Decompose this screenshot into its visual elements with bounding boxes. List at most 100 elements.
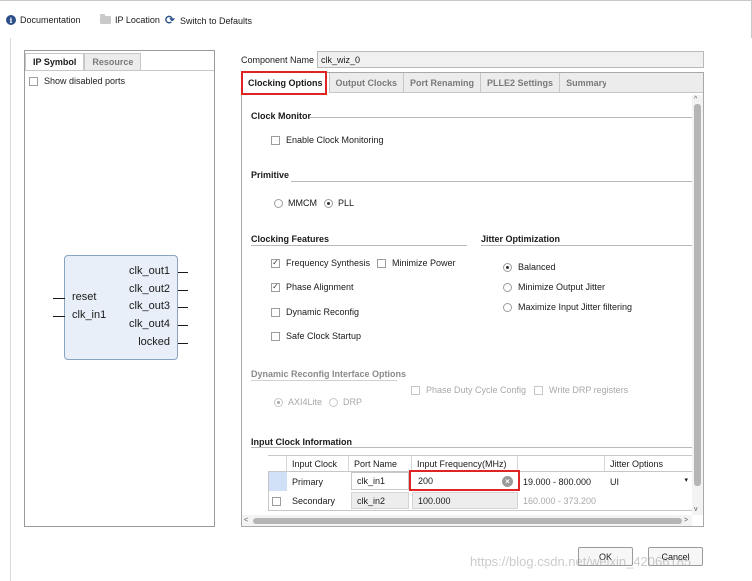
ip-location-button[interactable]: IP Location (100, 14, 160, 25)
jitter-optimization-divider (481, 245, 693, 246)
phase-duty-cycle-checkbox[interactable] (411, 385, 420, 395)
pin-clk-out2 (178, 290, 188, 291)
secondary-frequency-input[interactable]: 100.000 (412, 492, 518, 509)
tab-output-clocks[interactable]: Output Clocks (329, 73, 405, 93)
switch-defaults-button[interactable]: ⟳ Switch to Defaults (165, 14, 253, 26)
ip-location-label: IP Location (115, 15, 160, 25)
clocking-features-title: Clocking Features (251, 234, 330, 244)
balanced-label: Balanced (518, 262, 556, 272)
primary-port-input[interactable]: clk_in1 (351, 472, 409, 490)
pin-clk-out1 (178, 272, 188, 273)
minimize-output-jitter-radio[interactable] (503, 282, 512, 292)
secondary-jitter (605, 492, 692, 510)
primary-row-selector[interactable] (269, 472, 287, 491)
tab-port-renaming[interactable]: Port Renaming (404, 73, 482, 93)
mmcm-label: MMCM (288, 198, 317, 208)
balanced-radio[interactable] (503, 262, 512, 272)
frequency-synthesis-checkbox[interactable]: ✓ (271, 258, 280, 268)
folder-icon (100, 14, 111, 24)
scroll-right-icon[interactable]: > (684, 517, 688, 524)
phase-duty-cycle-label: Phase Duty Cycle Config (426, 385, 527, 395)
secondary-row-selector[interactable] (269, 492, 287, 510)
port-clk-out2-label: clk_out2 (129, 283, 170, 295)
component-name-input[interactable]: clk_wiz_0 (317, 51, 704, 68)
component-name-label: Component Name (241, 55, 315, 65)
show-disabled-ports-label: Show disabled ports (44, 76, 126, 86)
pll-radio[interactable] (324, 198, 333, 208)
write-drp-row: Write DRP registers (534, 385, 628, 395)
enable-clock-monitoring-checkbox[interactable] (271, 135, 280, 145)
pin-clk-out4 (178, 325, 188, 326)
scroll-down-icon[interactable]: v (694, 506, 698, 513)
secondary-port-input[interactable]: clk_in2 (351, 492, 409, 509)
drp-radio[interactable] (329, 397, 339, 407)
minimize-power-row: Minimize Power (377, 258, 456, 268)
pll-label: PLL (338, 198, 355, 208)
safe-clock-startup-checkbox[interactable] (271, 331, 280, 341)
table-corner (268, 456, 287, 472)
dynamic-reconfig-interface-title: Dynamic Reconfig Interface Options (251, 369, 407, 379)
primitive-divider (291, 181, 693, 182)
port-clk-out3-label: clk_out3 (129, 300, 170, 312)
frequency-synthesis-row: ✓ Frequency Synthesis (271, 258, 370, 268)
primary-jitter-select[interactable]: UI ▾ (605, 472, 692, 491)
documentation-button[interactable]: i Documentation (6, 15, 81, 25)
vertical-scroll-thumb[interactable] (694, 104, 701, 486)
documentation-label: Documentation (20, 15, 81, 25)
frequency-synthesis-label: Frequency Synthesis (286, 258, 371, 268)
horizontal-scroll-thumb[interactable] (253, 518, 682, 524)
tab-resource[interactable]: Resource (84, 53, 142, 70)
secondary-name: Secondary (292, 496, 336, 506)
maximize-input-jitter-label: Maximize Input Jitter filtering (518, 302, 633, 312)
clocking-features-divider (251, 245, 467, 246)
phase-alignment-checkbox[interactable]: ✓ (271, 282, 280, 292)
write-drp-checkbox[interactable] (534, 385, 543, 395)
enable-clock-monitoring-row: Enable Clock Monitoring (271, 135, 384, 145)
primary-range: 19.000 - 800.000 (523, 476, 592, 487)
clock-monitor-title: Clock Monitor (251, 111, 311, 121)
tab-plle2-settings[interactable]: PLLE2 Settings (481, 73, 561, 93)
scroll-left-icon[interactable]: < (244, 517, 248, 524)
minimize-power-label: Minimize Power (392, 258, 456, 268)
primary-name: Primary (292, 476, 323, 487)
header-jitter-options: Jitter Options (605, 456, 692, 472)
phase-alignment-label: Phase Alignment (286, 282, 354, 292)
port-clk-out1-label: clk_out1 (129, 265, 170, 277)
mmcm-radio[interactable] (274, 198, 283, 208)
switch-defaults-label: Switch to Defaults (180, 15, 253, 26)
safe-clock-startup-row: Safe Clock Startup (271, 331, 361, 341)
header-input-clock: Input Clock (287, 456, 349, 472)
maximize-input-jitter-radio[interactable] (503, 302, 512, 312)
pin-locked (178, 343, 188, 344)
frequency-highlight-box (409, 470, 520, 491)
clock-monitor-divider (310, 117, 693, 118)
minimize-power-checkbox[interactable] (377, 258, 386, 268)
left-panel-tabs: IP Symbol Resource (25, 53, 142, 70)
chevron-down-icon: ▾ (684, 477, 688, 484)
primary-jitter-value: UI (610, 476, 619, 487)
port-clk-in1-label: clk_in1 (72, 309, 107, 321)
pin-reset (53, 298, 65, 299)
dynamic-reconfig-label: Dynamic Reconfig (286, 307, 360, 317)
drp-label: DRP (343, 397, 363, 407)
show-disabled-ports-checkbox[interactable] (29, 76, 38, 86)
header-port-name: Port Name (349, 456, 412, 472)
axi4lite-label: AXI4Lite (288, 397, 323, 407)
header-range (518, 456, 605, 472)
tab-highlight-box (241, 71, 327, 95)
secondary-enable-checkbox[interactable] (272, 496, 281, 506)
scroll-up-icon[interactable]: ^ (694, 96, 697, 103)
safe-clock-startup-label: Safe Clock Startup (286, 331, 362, 341)
axi4lite-radio[interactable] (274, 397, 283, 407)
dynamic-reconfig-interface-divider (251, 380, 397, 381)
tab-ip-symbol[interactable]: IP Symbol (25, 53, 85, 70)
port-reset-label: reset (72, 291, 97, 303)
left-divider (10, 38, 11, 581)
phase-duty-cycle-row: Phase Duty Cycle Config (411, 385, 526, 395)
info-icon: i (6, 15, 16, 25)
jitter-balanced-row: Balanced (503, 262, 556, 272)
interface-options: AXI4Lite DRP (274, 397, 362, 407)
enable-clock-monitoring-label: Enable Clock Monitoring (286, 135, 384, 145)
jitter-min-output-row: Minimize Output Jitter (503, 282, 605, 292)
dynamic-reconfig-checkbox[interactable] (271, 307, 280, 317)
